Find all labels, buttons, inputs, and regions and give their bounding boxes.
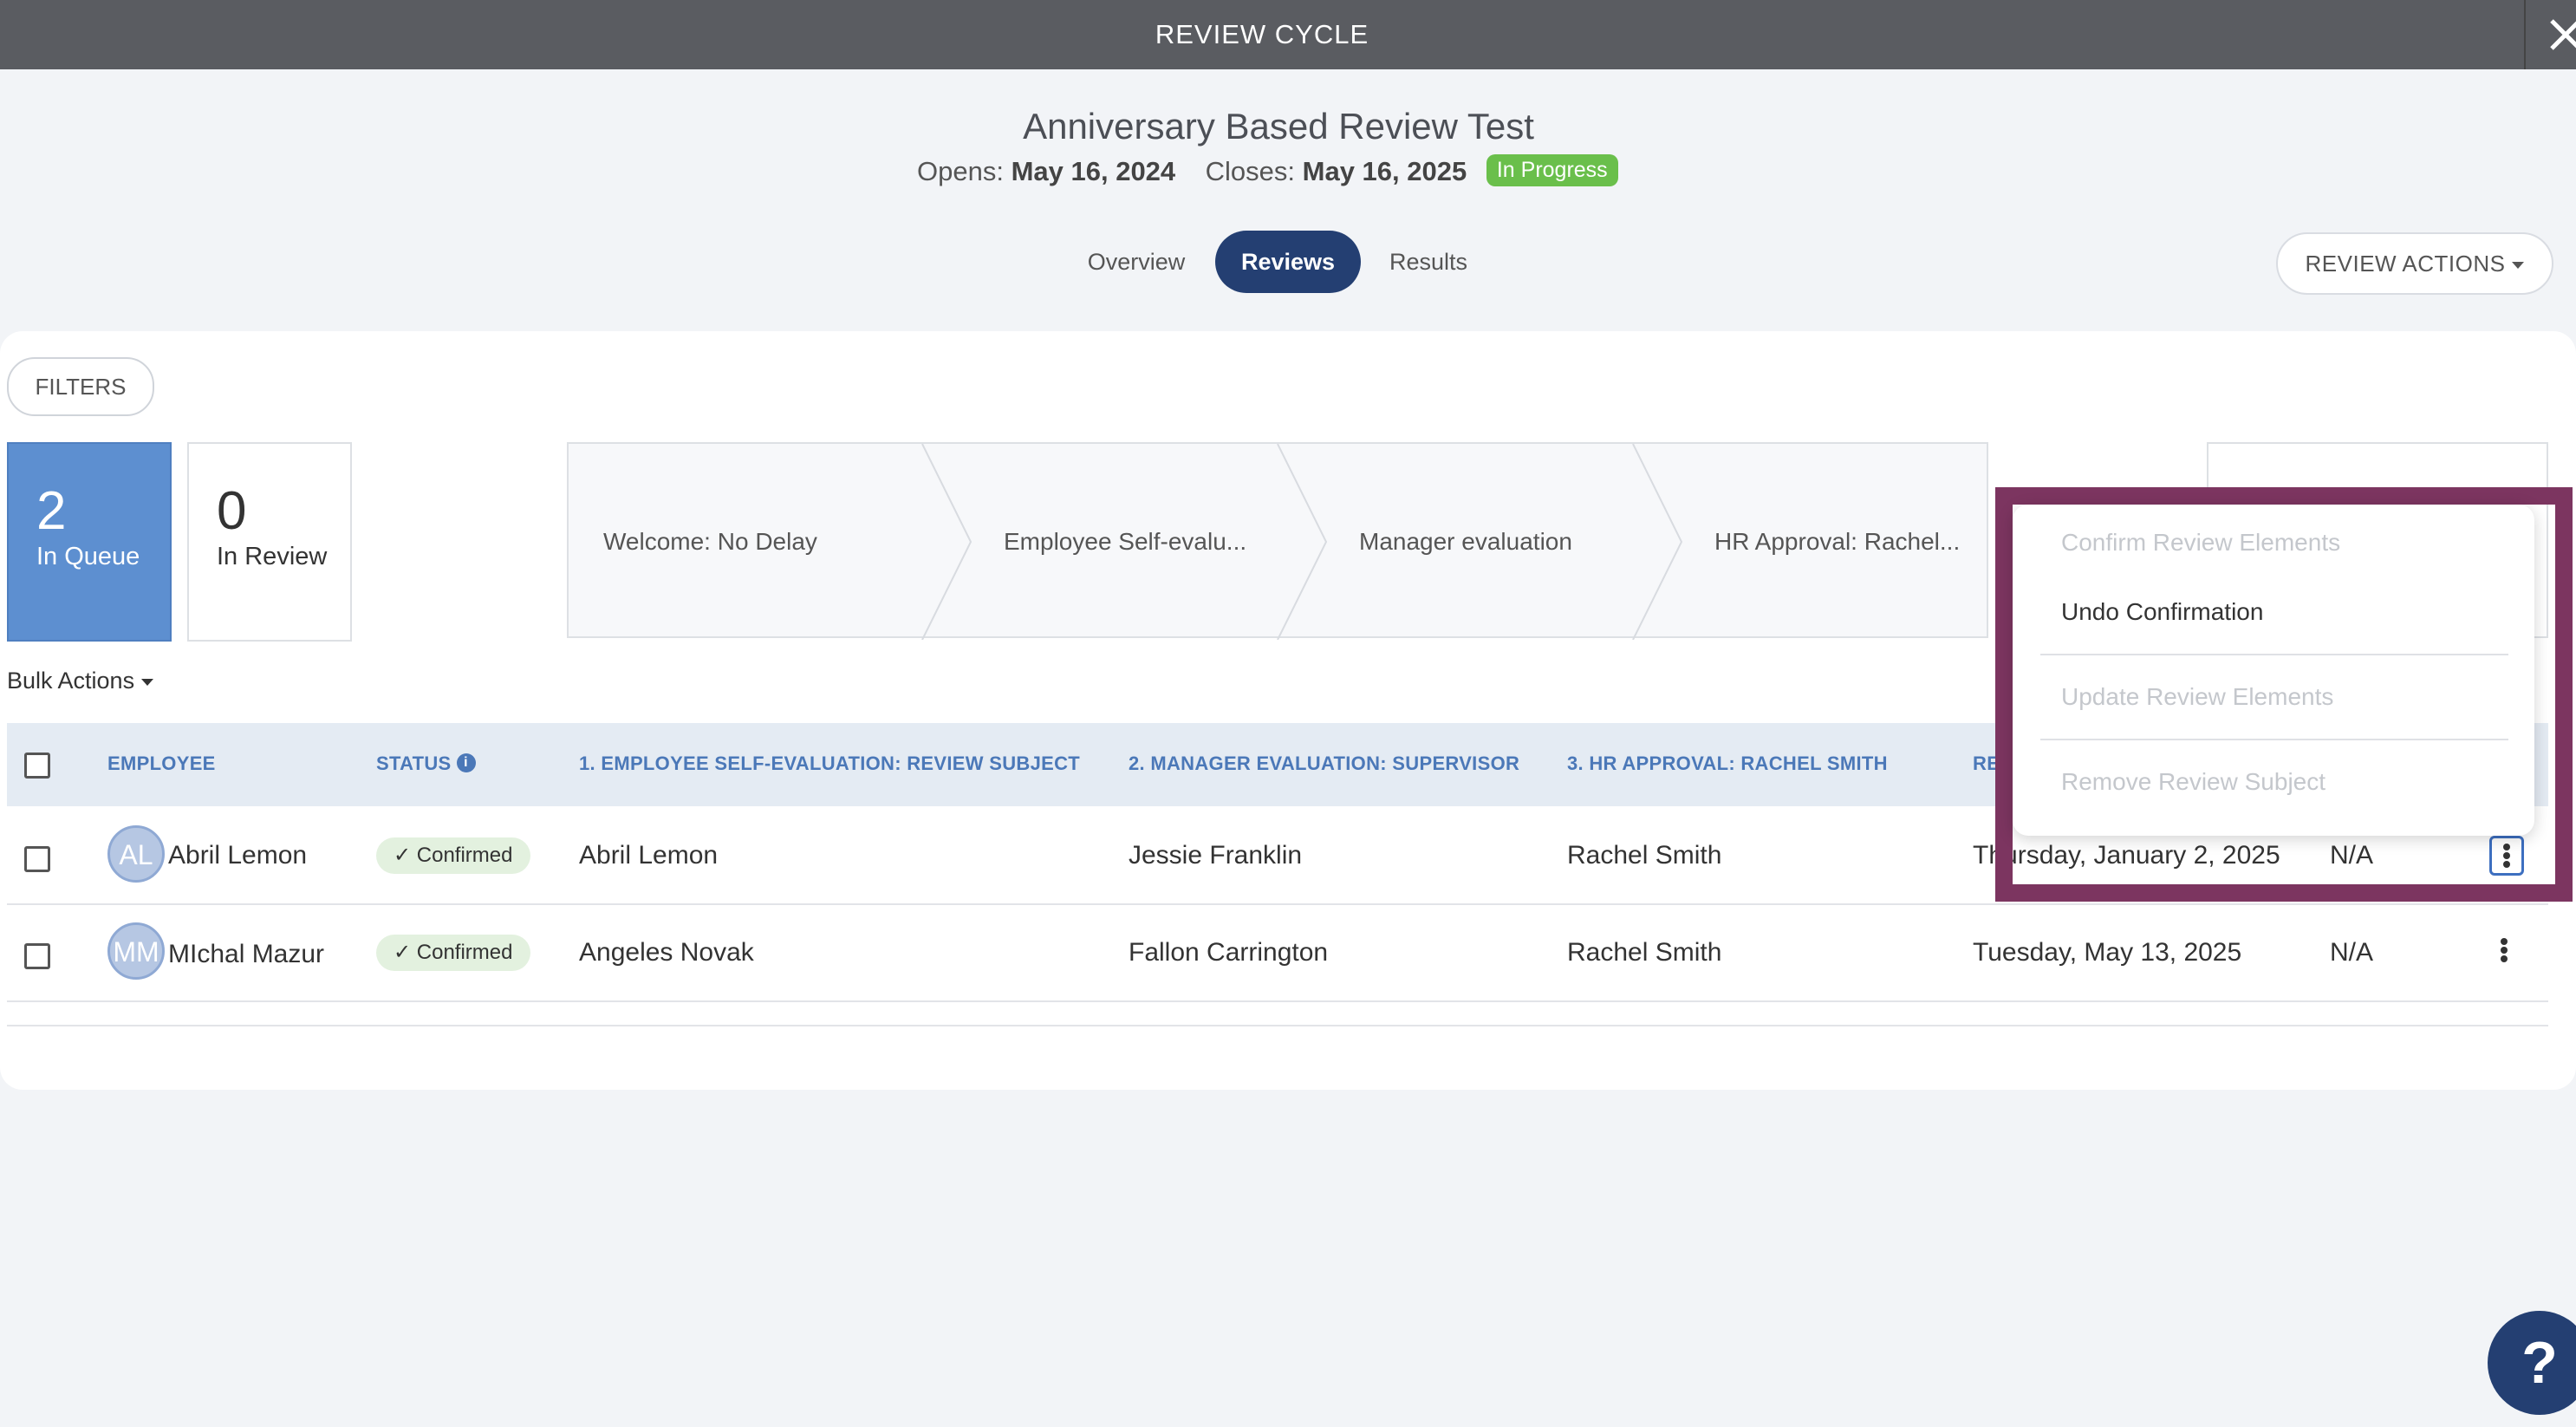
row-checkbox[interactable]: [24, 943, 50, 969]
menu-divider: [2040, 739, 2508, 740]
review-cycle-name: Anniversary Based Review Test: [1023, 106, 1534, 147]
column-hr-approval[interactable]: 3. HR APPROVAL: RACHEL SMITH: [1567, 753, 1888, 775]
menu-item-confirm-review-elements: Confirm Review Elements: [2061, 529, 2341, 556]
in-review-count: 0: [217, 481, 247, 541]
hr-reviewer: Rachel Smith: [1567, 938, 1722, 967]
menu-divider: [2040, 654, 2508, 655]
opens-date: May 16, 2024: [1011, 156, 1176, 186]
review-date: Tuesday, May 13, 2025: [1973, 938, 2241, 968]
avatar: MM: [107, 922, 165, 980]
review-actions-button[interactable]: REVIEW ACTIONS: [2276, 232, 2553, 295]
kebab-dot: [2501, 947, 2508, 954]
stage-manager-evaluation[interactable]: Manager evaluation: [1359, 444, 1572, 640]
in-queue-card[interactable]: 2 In Queue: [7, 442, 172, 642]
chevron-separator: [1277, 444, 1328, 640]
status-label: Confirmed: [416, 941, 513, 964]
chevron-separator: [921, 444, 973, 640]
status-badge: ✓ Confirmed: [376, 837, 530, 874]
stage-welcome[interactable]: Welcome: No Delay: [603, 444, 817, 640]
employee-name[interactable]: Abril Lemon: [168, 841, 307, 870]
stage-self-evaluation[interactable]: Employee Self-evalu...: [1004, 444, 1246, 640]
menu-item-undo-confirmation[interactable]: Undo Confirmation: [2061, 598, 2263, 626]
in-review-card[interactable]: 0 In Review: [187, 442, 352, 642]
stage-pipeline: Welcome: No Delay Employee Self-evalu...…: [567, 442, 1988, 640]
row-checkbox[interactable]: [24, 846, 50, 872]
help-button[interactable]: ?: [2488, 1311, 2576, 1415]
column-status-label: STATUS: [376, 753, 452, 774]
closes-label: Closes:: [1205, 156, 1295, 186]
review-date-rest: Tuesday, May 13, 2025: [1973, 938, 2242, 967]
close-button[interactable]: [2524, 0, 2576, 69]
kebab-dot: [2501, 955, 2508, 962]
column-self-evaluation[interactable]: 1. EMPLOYEE SELF-EVALUATION: REVIEW SUBJ…: [579, 753, 1080, 775]
table-footer-divider: [7, 1025, 2548, 1026]
manager-reviewer: Fallon Carrington: [1129, 938, 1329, 967]
extra-value: N/A: [2330, 938, 2374, 967]
kebab-icon: [2501, 938, 2508, 945]
close-icon: [2550, 19, 2576, 50]
check-icon: ✓: [394, 844, 417, 867]
tab-overview[interactable]: Overview: [1066, 231, 1207, 293]
stage-hr-approval[interactable]: HR Approval: Rachel...: [1714, 444, 1960, 640]
column-employee[interactable]: EMPLOYEE: [107, 753, 216, 775]
caret-down-icon: [141, 678, 154, 686]
caret-down-icon: [2512, 262, 2525, 270]
info-icon[interactable]: i: [456, 753, 476, 773]
manager-reviewer: Jessie Franklin: [1129, 841, 1303, 870]
in-queue-count: 2: [36, 481, 67, 541]
status-badge: ✓ Confirmed: [376, 935, 530, 971]
filters-button[interactable]: FILTERS: [7, 357, 154, 416]
employee-name[interactable]: MIchal Mazur: [168, 940, 324, 969]
self-evaluation-reviewer: Abril Lemon: [579, 841, 719, 870]
in-queue-label: In Queue: [36, 543, 140, 570]
table-row: MM MIchal Mazur ✓ Confirmed Angeles Nova…: [7, 903, 2548, 1002]
hr-reviewer: Rachel Smith: [1567, 841, 1722, 870]
avatar: AL: [107, 825, 165, 883]
opens-label: Opens:: [917, 156, 1004, 186]
page-header-title: REVIEW CYCLE: [1155, 19, 1369, 49]
check-icon: ✓: [394, 941, 417, 964]
select-all-checkbox[interactable]: [24, 753, 50, 779]
row-context-menu: Confirm Review Elements Undo Confirmatio…: [2013, 505, 2534, 836]
row-actions-button[interactable]: [2489, 933, 2524, 973]
tab-results[interactable]: Results: [1369, 231, 1487, 293]
status-badge: In Progress: [1486, 154, 1618, 187]
self-evaluation-reviewer: Angeles Novak: [579, 938, 754, 967]
status-label: Confirmed: [416, 844, 513, 867]
menu-item-remove-review-subject: Remove Review Subject: [2061, 768, 2326, 795]
chevron-separator: [1632, 444, 1683, 640]
in-review-label: In Review: [217, 543, 328, 570]
closes-date: May 16, 2025: [1302, 156, 1467, 186]
tab-reviews[interactable]: Reviews: [1215, 231, 1361, 293]
column-manager-evaluation[interactable]: 2. MANAGER EVALUATION: SUPERVISOR: [1129, 753, 1519, 775]
cycle-dates: Opens: May 16, 2024 Closes: May 16, 2025…: [917, 154, 1618, 189]
bulk-actions-label: Bulk Actions: [7, 668, 135, 694]
review-actions-label: REVIEW ACTIONS: [2305, 251, 2506, 277]
menu-item-update-review-elements: Update Review Elements: [2061, 683, 2334, 710]
bulk-actions-dropdown[interactable]: Bulk Actions: [7, 668, 154, 694]
column-status[interactable]: STATUS i: [376, 753, 476, 775]
